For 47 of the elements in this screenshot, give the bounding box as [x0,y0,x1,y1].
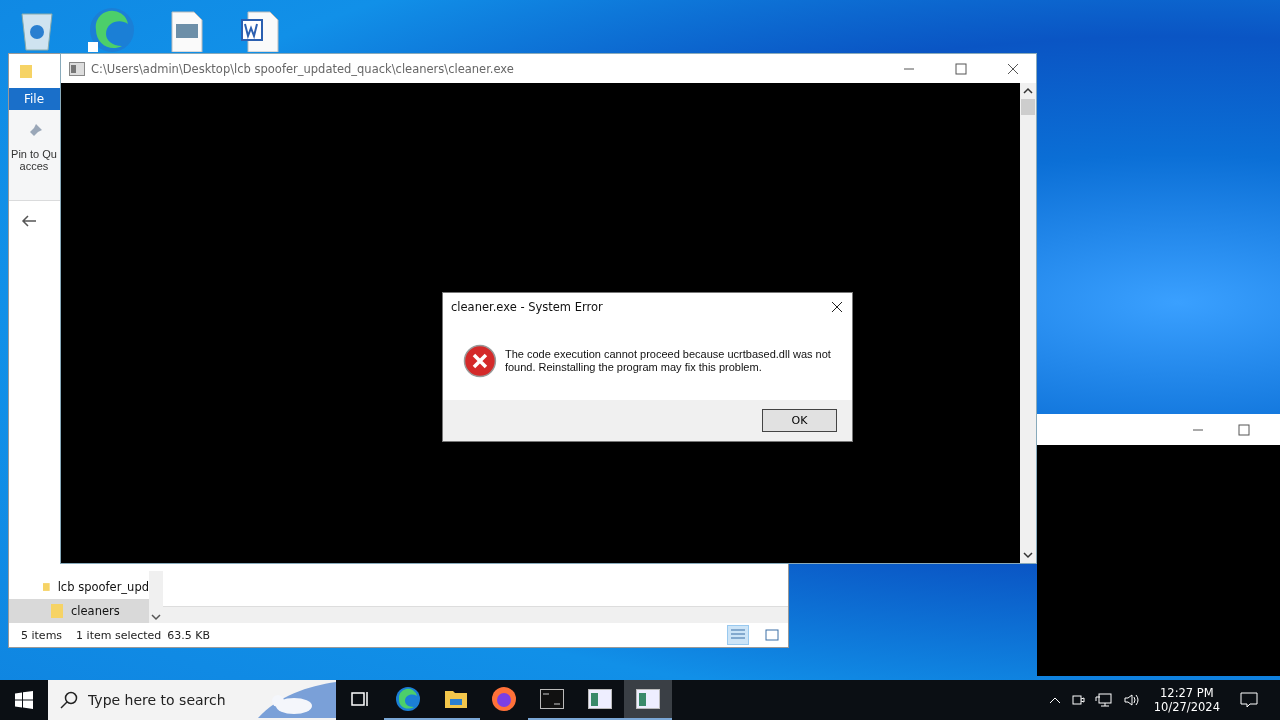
error-message: The code execution cannot proceed because ucrtbased.dll was not found. Reinstalling the program may fix this problem. [504,347,832,374]
folder-icon [51,603,63,619]
navigation-item[interactable]: lcb spoofer_upd [9,575,149,599]
scrollbar[interactable] [1020,83,1036,563]
dialog-title: cleaner.exe - System Error [451,300,603,314]
search-icon [60,691,78,709]
maximize-icon[interactable] [955,62,967,75]
folder-icon [444,689,468,709]
speaker-icon[interactable] [1122,692,1141,708]
taskbar-search-box[interactable]: Type here to search [48,680,336,720]
image-file-icon[interactable] [170,10,204,52]
scrollbar-thumb[interactable] [1021,99,1035,115]
window-title: C:\Users\admin\Desktop\lcb spoofer_updated_quack\cleaners\cleaner.exe [91,61,515,76]
search-field[interactable]: Type here to search [86,691,250,709]
close-icon[interactable] [1007,62,1019,75]
selection-info: 1 item selected [76,628,162,642]
horizontal-scrollbar[interactable] [163,606,788,623]
close-icon[interactable] [831,301,843,313]
task-view-icon [350,690,370,708]
scrollbar[interactable] [149,571,163,623]
selection-size: 63.5 KB [167,628,211,642]
item-count: 5 items [21,628,63,642]
file-tab[interactable]: File [9,88,59,110]
pin-button[interactable]: Pin to Qu acces [9,110,59,200]
notification-icon[interactable] [1240,692,1258,708]
chevron-up-icon[interactable] [1023,87,1033,95]
browser-icon [395,686,421,712]
network-icon[interactable] [1094,692,1113,708]
window-icon [588,689,612,709]
window-icon [636,689,660,709]
console-app-icon [69,61,85,76]
back-arrow-icon[interactable] [21,214,37,228]
fox-globe-icon [491,686,517,712]
chevron-down-icon[interactable] [151,613,161,621]
clock[interactable]: 12:27 PM 10/27/2024 [1153,686,1220,714]
ok-button[interactable]: OK [762,409,837,432]
taskbar-app-button[interactable] [624,680,672,720]
terminal-icon [540,689,564,709]
chevron-down-icon[interactable] [1023,551,1033,559]
maximize-icon[interactable] [1238,423,1250,436]
browser-shortcut-icon[interactable] [86,6,136,54]
navigation-item[interactable]: cleaners [9,599,149,623]
error-icon [463,343,497,378]
windows-logo-icon[interactable] [15,691,33,709]
folder-icon [19,63,33,79]
camera-icon[interactable] [1070,692,1085,708]
document-file-icon[interactable] [240,10,280,52]
